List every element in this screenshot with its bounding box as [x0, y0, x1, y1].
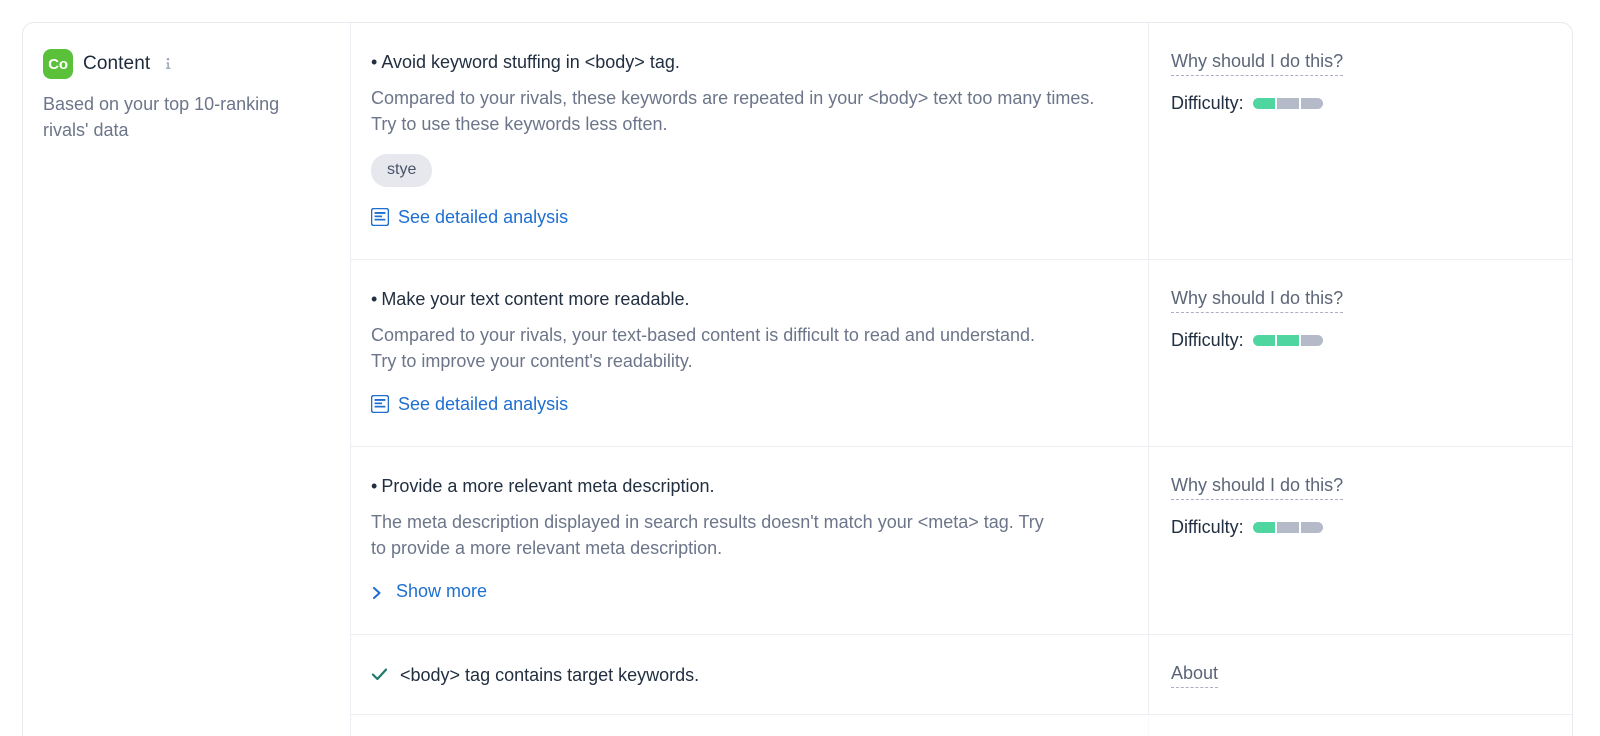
category-title: Content — [83, 53, 151, 74]
document-list-icon — [370, 394, 390, 414]
issue-row: • Avoid keyword stuffing in <body> tag. C… — [351, 23, 1572, 260]
issue-content: • Avoid keyword stuffing in <body> tag. C… — [351, 23, 1148, 259]
why-should-i-do-this-link[interactable]: Why should I do this? — [1171, 49, 1344, 76]
issue-description-line-1: The meta description displayed in search… — [371, 512, 1044, 532]
difficulty-indicator: Difficulty: — [1171, 91, 1572, 115]
issue-description-line-2: Try to use these keywords less often. — [371, 114, 668, 134]
passed-check-content: <h1> tag contains target keywords. — [351, 715, 1148, 736]
difficulty-segment — [1252, 334, 1275, 346]
issue-description: Compared to your rivals, these keywords … — [371, 85, 1111, 137]
difficulty-segment — [1276, 334, 1299, 346]
issue-description: Compared to your rivals, your text-based… — [371, 322, 1111, 374]
category-badge: Co — [43, 49, 73, 79]
issue-side-panel: Why should I do this? Difficulty: — [1148, 260, 1572, 446]
document-list-icon — [370, 207, 390, 227]
show-more-label: Show more — [396, 581, 488, 601]
passed-check-row: <h1> tag contains target keywords. About — [351, 715, 1572, 736]
issue-description-line-1: Compared to your rivals, your text-based… — [371, 325, 1036, 345]
difficulty-label: Difficulty: — [1171, 93, 1244, 113]
see-detailed-analysis-label: See detailed analysis — [398, 207, 569, 227]
bullet-marker: • — [371, 52, 378, 72]
difficulty-indicator: Difficulty: — [1171, 515, 1572, 539]
issue-side-panel: Why should I do this? Difficulty: — [1148, 447, 1572, 634]
bullet-marker: • — [371, 289, 378, 309]
about-link[interactable]: About — [1171, 661, 1219, 688]
page-root: Co Content Based on your top 10-ranking … — [0, 0, 1600, 736]
keyword-pill-list: stye — [371, 154, 1114, 187]
difficulty-label: Difficulty: — [1171, 517, 1244, 537]
see-detailed-analysis-label: See detailed analysis — [398, 394, 569, 414]
content-audit-card: Co Content Based on your top 10-ranking … — [22, 22, 1573, 736]
bullet-marker: • — [371, 476, 378, 496]
category-column: Co Content Based on your top 10-ranking … — [23, 23, 351, 736]
category-header: Co Content — [43, 49, 326, 79]
chevron-right-icon — [371, 583, 383, 600]
passed-check-content: <body> tag contains target keywords. — [351, 635, 1148, 714]
difficulty-bar — [1252, 97, 1323, 109]
issue-description-line-2: Try to improve your content's readabilit… — [371, 351, 693, 371]
difficulty-label: Difficulty: — [1171, 330, 1244, 350]
issue-title: • Provide a more relevant meta descriptio… — [371, 473, 1114, 499]
issue-description-line-1: Compared to your rivals, these keywords … — [371, 88, 1095, 108]
difficulty-bar — [1252, 521, 1323, 533]
passed-check-side-panel: About — [1148, 635, 1572, 714]
why-should-i-do-this-link[interactable]: Why should I do this? — [1171, 286, 1344, 313]
issue-title: • Make your text content more readable. — [371, 286, 1114, 312]
difficulty-segment — [1276, 97, 1299, 109]
issue-content: • Make your text content more readable. C… — [351, 260, 1148, 446]
keyword-pill[interactable]: stye — [371, 154, 433, 187]
issue-description-line-2: to provide a more relevant meta descript… — [371, 538, 723, 558]
difficulty-indicator: Difficulty: — [1171, 328, 1572, 352]
passed-check-row: <body> tag contains target keywords. Abo… — [351, 635, 1572, 715]
category-subtitle: Based on your top 10-ranking rivals' dat… — [43, 94, 280, 140]
issue-title-text: Provide a more relevant meta description… — [381, 476, 715, 496]
difficulty-bar — [1252, 334, 1323, 346]
difficulty-segment — [1276, 521, 1299, 533]
passed-check-text: <body> tag contains target keywords. — [400, 664, 700, 685]
show-more-link[interactable]: Show more — [371, 579, 487, 603]
difficulty-segment — [1300, 97, 1323, 109]
difficulty-segment — [1300, 521, 1323, 533]
issue-row: • Provide a more relevant meta descriptio… — [351, 447, 1572, 635]
issue-content: • Provide a more relevant meta descriptio… — [351, 447, 1148, 634]
difficulty-segment — [1300, 334, 1323, 346]
difficulty-segment — [1252, 521, 1275, 533]
issue-side-panel: Why should I do this? Difficulty: — [1148, 23, 1572, 259]
passed-check-side-panel: About — [1148, 715, 1572, 736]
see-detailed-analysis-link[interactable]: See detailed analysis — [370, 392, 569, 416]
issue-title-text: Avoid keyword stuffing in <body> tag. — [381, 52, 680, 72]
check-icon — [371, 666, 388, 683]
issue-description: The meta description displayed in search… — [371, 509, 1111, 561]
why-should-i-do-this-link[interactable]: Why should I do this? — [1171, 473, 1344, 500]
issue-row: • Make your text content more readable. C… — [351, 260, 1572, 447]
issue-title-text: Make your text content more readable. — [381, 289, 690, 309]
issues-column: • Avoid keyword stuffing in <body> tag. C… — [351, 23, 1572, 736]
difficulty-segment — [1252, 97, 1275, 109]
see-detailed-analysis-link[interactable]: See detailed analysis — [370, 205, 569, 229]
info-icon[interactable] — [162, 56, 174, 72]
issue-title: • Avoid keyword stuffing in <body> tag. — [371, 49, 1114, 75]
